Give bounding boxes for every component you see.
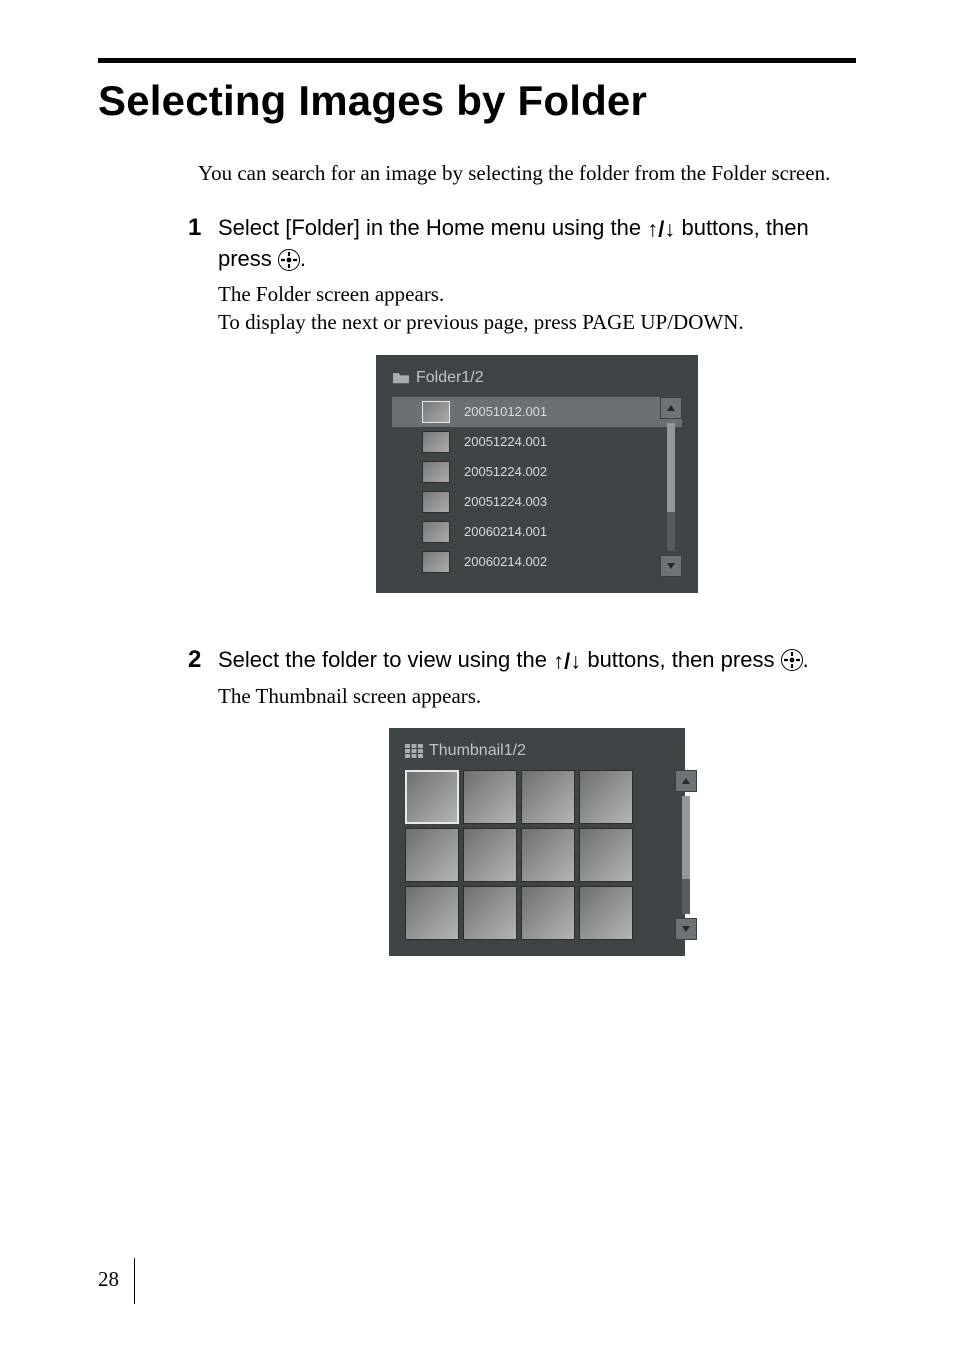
scroll-thumb[interactable] (667, 423, 675, 513)
step-1-desc-b: To display the next or previous page, pr… (218, 308, 856, 336)
folder-list-item[interactable]: 20051224.003 (392, 487, 682, 517)
folder-title-prefix: Folder (416, 369, 461, 387)
thumbnail-cell[interactable] (463, 770, 517, 824)
step-2: 2 Select the folder to view using the ↑/… (188, 645, 856, 996)
folder-list-item[interactable]: 20051224.002 (392, 457, 682, 487)
folder-item-name: 20051012.001 (464, 404, 547, 419)
intro-text: You can search for an image by selecting… (198, 159, 856, 187)
thumbnail-screen-figure: Thumbnail 1/2 (218, 728, 856, 956)
thumbnail-cell[interactable] (521, 886, 575, 940)
step-2-heading: Select the folder to view using the ↑/↓ … (218, 645, 856, 676)
thumbnail-cell[interactable] (521, 770, 575, 824)
thumbnail-cell[interactable] (405, 828, 459, 882)
step-1-body: Select [Folder] in the Home menu using t… (218, 213, 856, 632)
folder-item-thumb (422, 431, 450, 453)
thumbnail-screen: Thumbnail 1/2 (389, 728, 685, 956)
folder-item-name: 20060214.001 (464, 524, 547, 539)
thumbnail-area (405, 770, 669, 940)
scroll-down-button[interactable] (660, 555, 682, 577)
folder-icon (392, 371, 410, 384)
folder-item-thumb (422, 461, 450, 483)
step-1-heading-a: Select [Folder] in the Home menu using t… (218, 215, 647, 240)
thumbnail-cell[interactable] (521, 828, 575, 882)
folder-item-thumb (422, 491, 450, 513)
scroll-up-button[interactable] (660, 397, 682, 419)
thumbnail-grid-icon (405, 744, 423, 758)
folder-item-name: 20051224.001 (464, 434, 547, 449)
page-title: Selecting Images by Folder (98, 77, 856, 125)
thumbnail-cell[interactable] (405, 770, 459, 824)
step-1-number: 1 (188, 213, 218, 632)
scroll-down-button[interactable] (675, 918, 697, 940)
thumbnail-cell[interactable] (579, 828, 633, 882)
folder-list-item[interactable]: 20051224.001 (392, 427, 682, 457)
folder-item-name: 20060214.002 (464, 554, 547, 569)
thumbnail-cell[interactable] (579, 886, 633, 940)
thumbnail-cell[interactable] (579, 770, 633, 824)
folder-screen-figure: Folder 1/2 20051012.00120051224.00120051… (218, 355, 856, 593)
enter-button-icon (278, 249, 300, 271)
scroll-track[interactable] (667, 423, 675, 551)
step-2-heading-c: . (803, 647, 809, 672)
folder-item-thumb (422, 551, 450, 573)
enter-button-icon (781, 649, 803, 671)
thumbnail-page-indicator: 1/2 (504, 742, 526, 760)
up-down-arrows-icon: ↑/↓ (647, 217, 675, 242)
folder-list: 20051012.001 20051224.001 20051224.002 2005… (392, 397, 682, 577)
thumbnail-title-prefix: Thumbnail (429, 742, 504, 760)
folder-item-name: 20051224.002 (464, 464, 547, 479)
folder-item-name: 20051224.003 (464, 494, 547, 509)
step-1-heading-c: . (300, 246, 306, 271)
step-2-desc: The Thumbnail screen appears. (218, 682, 856, 710)
step-1-heading: Select [Folder] in the Home menu using t… (218, 213, 856, 274)
folder-screen-title: Folder 1/2 (392, 369, 682, 387)
folder-item-thumb (422, 521, 450, 543)
scroll-up-button[interactable] (675, 770, 697, 792)
folder-list-item[interactable]: 20060214.002 (392, 547, 682, 577)
thumbnail-cell[interactable] (405, 886, 459, 940)
step-2-heading-b: buttons, then press (581, 647, 780, 672)
folder-page-indicator: 1/2 (461, 369, 483, 387)
step-2-body: Select the folder to view using the ↑/↓ … (218, 645, 856, 996)
thumbnail-cell[interactable] (463, 828, 517, 882)
step-1: 1 Select [Folder] in the Home menu using… (188, 213, 856, 632)
folder-list-item[interactable]: 20051012.001 (392, 397, 682, 427)
scroll-track[interactable] (682, 796, 690, 914)
folder-screen: Folder 1/2 20051012.00120051224.00120051… (376, 355, 698, 593)
folder-item-thumb (422, 401, 450, 423)
thumbnail-cell[interactable] (463, 886, 517, 940)
thumbnail-screen-title: Thumbnail 1/2 (405, 742, 669, 760)
folder-scrollbar[interactable] (660, 397, 682, 577)
page-number-rule (134, 1258, 135, 1304)
page-number: 28 (98, 1267, 119, 1292)
step-2-heading-a: Select the folder to view using the (218, 647, 553, 672)
thumbnail-grid (405, 770, 669, 940)
step-2-number: 2 (188, 645, 218, 996)
up-down-arrows-icon: ↑/↓ (553, 648, 581, 673)
scroll-thumb[interactable] (682, 796, 690, 879)
thumbnail-scrollbar[interactable] (675, 770, 697, 940)
folder-list-item[interactable]: 20060214.001 (392, 517, 682, 547)
step-1-desc-a: The Folder screen appears. (218, 280, 856, 308)
top-rule (98, 58, 856, 63)
manual-page: Selecting Images by Folder You can searc… (0, 0, 954, 1352)
